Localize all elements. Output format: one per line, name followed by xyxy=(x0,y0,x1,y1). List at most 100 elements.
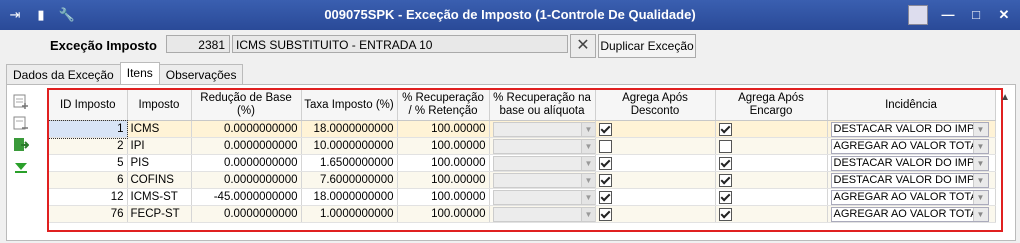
cell-reducao-base[interactable]: 0.0000000000 xyxy=(191,120,302,138)
clear-exception-button[interactable]: ✕ xyxy=(570,34,596,58)
cell-agrega-encargo[interactable] xyxy=(715,171,828,189)
col-header-recuperacao-base[interactable]: % Recuperação na base ou alíquota xyxy=(489,90,596,121)
cell-incidencia[interactable]: DESTACAR VALOR DO IMPOSTO ▼ xyxy=(827,154,996,172)
cell-taxa-imposto[interactable]: 18.0000000000 xyxy=(301,188,398,206)
table-row[interactable]: 6 COFINS 0.0000000000 7.6000000000 100.00000… xyxy=(49,171,996,189)
col-header-incidencia[interactable]: Incidência xyxy=(827,90,996,121)
scroll-up-arrow[interactable]: ▲ xyxy=(1000,92,1010,103)
move-down-icon[interactable] xyxy=(10,158,32,176)
cell-recuperacao-base[interactable]: ▼ xyxy=(489,188,596,206)
incidencia-dropdown[interactable]: AGREGAR AO VALOR TOTAL ▼ xyxy=(830,138,989,154)
col-header-reducao-base[interactable]: Redução de Base (%) xyxy=(191,90,302,121)
cell-recuperacao-base[interactable]: ▼ xyxy=(489,154,596,172)
incidencia-dropdown[interactable]: DESTACAR VALOR DO IMPOSTO ▼ xyxy=(830,172,989,188)
exception-id-field[interactable]: 2381 xyxy=(166,35,230,53)
cell-recuperacao-base[interactable]: ▼ xyxy=(489,137,596,155)
cell-taxa-imposto[interactable]: 7.6000000000 xyxy=(301,171,398,189)
agrega-desconto-checkbox[interactable] xyxy=(598,207,612,221)
cell-agrega-encargo[interactable] xyxy=(715,154,828,172)
chevron-down-icon[interactable]: ▼ xyxy=(580,190,594,204)
cell-taxa-imposto[interactable]: 1.0000000000 xyxy=(301,205,398,223)
col-header-agrega-desconto[interactable]: Agrega Após Desconto xyxy=(595,90,716,121)
table-row[interactable]: 1 ICMS 0.0000000000 18.0000000000 100.00000 ▼… xyxy=(49,119,996,139)
minimize-button[interactable]: — xyxy=(940,6,956,24)
exception-description-field[interactable]: ICMS SUBSTITUITO - ENTRADA 10 xyxy=(232,35,568,53)
cell-agrega-desconto[interactable] xyxy=(595,205,716,223)
chevron-down-icon[interactable]: ▼ xyxy=(580,139,594,153)
cell-agrega-desconto[interactable] xyxy=(595,171,716,189)
col-header-agrega-encargo[interactable]: Agrega Após Encargo xyxy=(715,90,828,121)
col-header-imposto[interactable]: Imposto xyxy=(127,90,192,121)
incidencia-dropdown[interactable]: AGREGAR AO VALOR TOTAL ▼ xyxy=(830,206,989,222)
cell-imposto[interactable]: ICMS xyxy=(127,120,192,138)
incidencia-dropdown[interactable]: DESTACAR VALOR DO IMPOSTO ▼ xyxy=(830,121,989,137)
cell-agrega-encargo[interactable] xyxy=(715,205,828,223)
cell-taxa-imposto[interactable]: 1.6500000000 xyxy=(301,154,398,172)
chevron-down-icon[interactable]: ▼ xyxy=(580,173,594,187)
cell-agrega-desconto[interactable] xyxy=(595,137,716,155)
chevron-down-icon[interactable]: ▼ xyxy=(580,207,594,221)
agrega-encargo-checkbox[interactable] xyxy=(718,122,732,136)
cell-reducao-base[interactable]: 0.0000000000 xyxy=(191,205,302,223)
cell-reducao-base[interactable]: 0.0000000000 xyxy=(191,154,302,172)
agrega-desconto-checkbox[interactable] xyxy=(598,122,612,136)
chevron-down-icon[interactable]: ▼ xyxy=(972,207,988,221)
cell-agrega-desconto[interactable] xyxy=(595,188,716,206)
tab-dados-excecao[interactable]: Dados da Exceção xyxy=(6,64,121,84)
recuperacao-base-dropdown[interactable]: ▼ xyxy=(492,172,594,188)
cell-imposto[interactable]: ICMS-ST xyxy=(127,188,192,206)
agrega-encargo-checkbox[interactable] xyxy=(718,173,732,187)
cell-id-imposto[interactable]: 76 xyxy=(49,205,128,223)
export-grid-icon[interactable] xyxy=(10,136,32,154)
cell-imposto[interactable]: FECP-ST xyxy=(127,205,192,223)
cell-reducao-base[interactable]: -45.0000000000 xyxy=(191,188,302,206)
incidencia-dropdown[interactable]: AGREGAR AO VALOR TOTAL ▼ xyxy=(830,189,989,205)
cell-reducao-base[interactable]: 0.0000000000 xyxy=(191,137,302,155)
col-header-recuperacao[interactable]: % Recuperação / % Retenção xyxy=(397,90,490,121)
chevron-down-icon[interactable]: ▼ xyxy=(580,122,594,136)
recuperacao-base-dropdown[interactable]: ▼ xyxy=(492,121,594,137)
recuperacao-base-dropdown[interactable]: ▼ xyxy=(492,155,594,171)
col-header-taxa-imposto[interactable]: Taxa Imposto (%) xyxy=(301,90,398,121)
add-row-icon[interactable] xyxy=(10,92,32,110)
cell-agrega-desconto[interactable] xyxy=(595,120,716,138)
table-row[interactable]: 12 ICMS-ST -45.0000000000 18.0000000000 100.… xyxy=(49,188,996,206)
agrega-encargo-checkbox[interactable] xyxy=(718,156,732,170)
table-row[interactable]: 76 FECP-ST 0.0000000000 1.0000000000 100.000… xyxy=(49,205,996,223)
agrega-desconto-checkbox[interactable] xyxy=(598,156,612,170)
col-header-id-imposto[interactable]: ID Imposto xyxy=(49,90,128,121)
cell-id-imposto[interactable]: 2 xyxy=(49,137,128,155)
cell-recuperacao[interactable]: 100.00000 xyxy=(397,171,490,189)
cell-id-imposto[interactable]: 1 xyxy=(49,119,128,139)
cell-incidencia[interactable]: DESTACAR VALOR DO IMPOSTO ▼ xyxy=(827,171,996,189)
cell-imposto[interactable]: COFINS xyxy=(127,171,192,189)
chevron-down-icon[interactable]: ▼ xyxy=(972,190,988,204)
cell-imposto[interactable]: IPI xyxy=(127,137,192,155)
agrega-desconto-checkbox[interactable] xyxy=(598,139,612,153)
cell-taxa-imposto[interactable]: 18.0000000000 xyxy=(301,120,398,138)
duplicate-exception-button[interactable]: Duplicar Exceção xyxy=(598,34,696,58)
cell-recuperacao[interactable]: 100.00000 xyxy=(397,120,490,138)
cell-agrega-encargo[interactable] xyxy=(715,188,828,206)
recuperacao-base-dropdown[interactable]: ▼ xyxy=(492,206,594,222)
user-avatar-icon[interactable] xyxy=(908,5,928,25)
recuperacao-base-dropdown[interactable]: ▼ xyxy=(492,189,594,205)
agrega-encargo-checkbox[interactable] xyxy=(718,190,732,204)
chevron-down-icon[interactable]: ▼ xyxy=(972,122,988,136)
incidencia-dropdown[interactable]: DESTACAR VALOR DO IMPOSTO ▼ xyxy=(830,155,989,171)
chevron-down-icon[interactable]: ▼ xyxy=(972,156,988,170)
cell-incidencia[interactable]: AGREGAR AO VALOR TOTAL ▼ xyxy=(827,188,996,206)
agrega-encargo-checkbox[interactable] xyxy=(718,207,732,221)
cell-recuperacao[interactable]: 100.00000 xyxy=(397,188,490,206)
chevron-down-icon[interactable]: ▼ xyxy=(972,173,988,187)
cell-agrega-encargo[interactable] xyxy=(715,120,828,138)
cell-incidencia[interactable]: DESTACAR VALOR DO IMPOSTO ▼ xyxy=(827,120,996,138)
recuperacao-base-dropdown[interactable]: ▼ xyxy=(492,138,594,154)
cell-incidencia[interactable]: AGREGAR AO VALOR TOTAL ▼ xyxy=(827,137,996,155)
cell-recuperacao[interactable]: 100.00000 xyxy=(397,154,490,172)
agrega-desconto-checkbox[interactable] xyxy=(598,173,612,187)
cell-id-imposto[interactable]: 12 xyxy=(49,188,128,206)
agrega-encargo-checkbox[interactable] xyxy=(718,139,732,153)
cell-recuperacao[interactable]: 100.00000 xyxy=(397,137,490,155)
cell-incidencia[interactable]: AGREGAR AO VALOR TOTAL ▼ xyxy=(827,205,996,223)
